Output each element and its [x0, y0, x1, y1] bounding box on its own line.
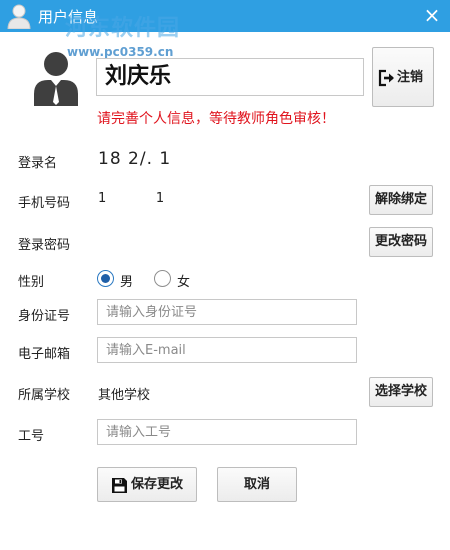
staff-id-label: 工号	[18, 429, 45, 444]
floppy-disk-icon	[112, 478, 127, 493]
logout-button[interactable]: 注销	[372, 47, 434, 107]
phone-value: 1 1	[98, 191, 165, 206]
gender-label: 性别	[18, 275, 45, 290]
close-button[interactable]: ×	[420, 3, 444, 27]
gender-female-radio[interactable]	[154, 270, 171, 287]
cancel-button[interactable]: 取消	[217, 467, 297, 502]
logout-label: 注销	[397, 70, 424, 85]
save-button[interactable]: 保存更改	[97, 467, 197, 502]
id-number-label: 身份证号	[18, 309, 71, 324]
app-user-icon	[7, 4, 31, 29]
staff-id-input[interactable]	[97, 419, 357, 445]
school-value: 其他学校	[98, 388, 151, 403]
save-label: 保存更改	[131, 477, 184, 492]
title-bar: 用户信息 ×	[0, 0, 450, 32]
gender-male-label[interactable]: 男	[120, 271, 133, 290]
gender-male-radio[interactable]	[97, 270, 114, 287]
id-number-input[interactable]	[97, 299, 357, 325]
login-name-label: 登录名	[18, 156, 58, 171]
select-school-button[interactable]: 选择学校	[369, 377, 433, 407]
logout-icon	[378, 69, 394, 87]
window-title: 用户信息	[38, 8, 99, 26]
review-notice: 请完善个人信息，等待教师角色审核！	[97, 111, 335, 127]
unbind-phone-button[interactable]: 解除绑定	[369, 185, 433, 215]
school-label: 所属学校	[18, 388, 71, 403]
password-label: 登录密码	[18, 238, 71, 253]
login-name-value: 18 2/. 1	[98, 149, 172, 169]
avatar-icon	[34, 52, 78, 106]
change-password-button[interactable]: 更改密码	[369, 227, 433, 257]
email-label: 电子邮箱	[18, 347, 71, 362]
phone-label: 手机号码	[18, 196, 71, 211]
user-name-display: 刘庆乐	[96, 58, 364, 96]
email-input[interactable]	[97, 337, 357, 363]
gender-female-label[interactable]: 女	[177, 271, 190, 290]
